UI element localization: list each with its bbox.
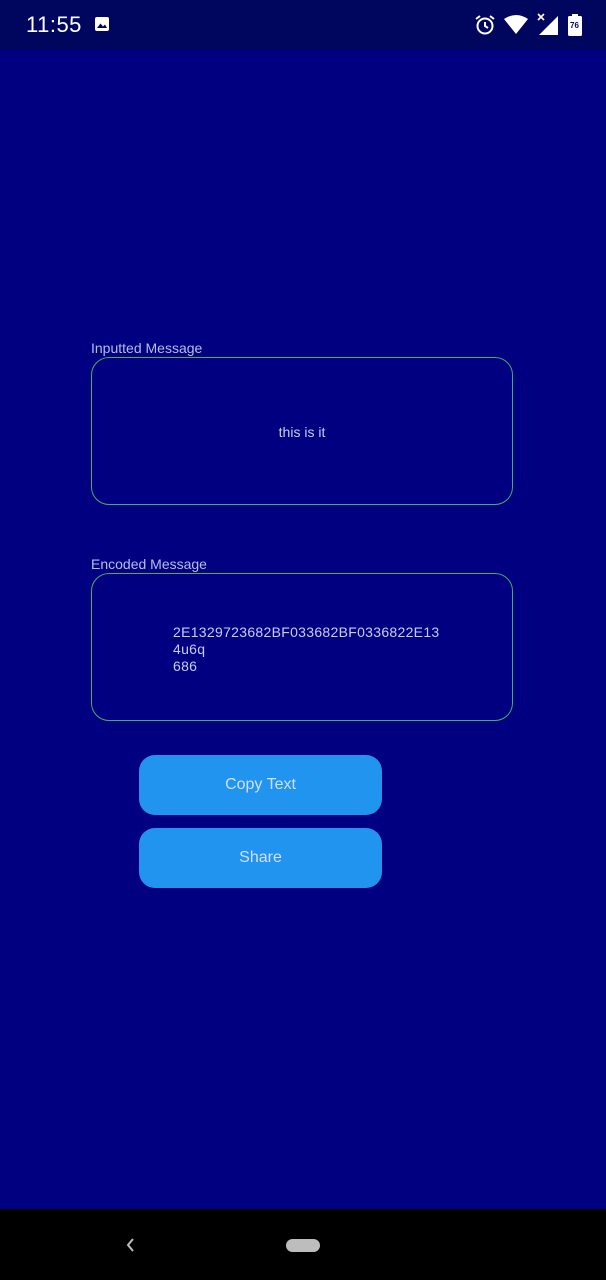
encoded-message-value: 2E1329723682BF033682BF0336822E13 4u6q 68… — [173, 624, 440, 674]
copy-text-button[interactable]: Copy Text — [139, 755, 382, 815]
inputted-message-label: Inputted Message — [91, 340, 203, 356]
share-button[interactable]: Share — [139, 828, 382, 888]
inputted-message-field[interactable]: this is it — [91, 357, 513, 505]
navigation-bar — [0, 1209, 606, 1280]
home-pill-icon[interactable] — [286, 1239, 320, 1252]
status-icons: 76 — [474, 13, 582, 37]
encoded-message-label: Encoded Message — [91, 556, 207, 572]
battery-level: 76 — [570, 21, 579, 30]
encoded-message-field[interactable]: 2E1329723682BF033682BF0336822E13 4u6q 68… — [91, 573, 513, 721]
back-icon[interactable] — [124, 1236, 138, 1254]
status-time: 11:55 — [26, 12, 82, 37]
status-bar: 11:55 76 — [0, 0, 606, 50]
wifi-icon — [504, 15, 528, 34]
screen: 11:55 76 Inputted Message this is it Enc… — [0, 0, 606, 1280]
inputted-message-value: this is it — [278, 424, 326, 440]
battery-icon: 76 — [568, 14, 582, 36]
alarm-icon — [475, 15, 495, 35]
photo-icon — [95, 17, 109, 31]
signal-icon — [537, 13, 558, 35]
